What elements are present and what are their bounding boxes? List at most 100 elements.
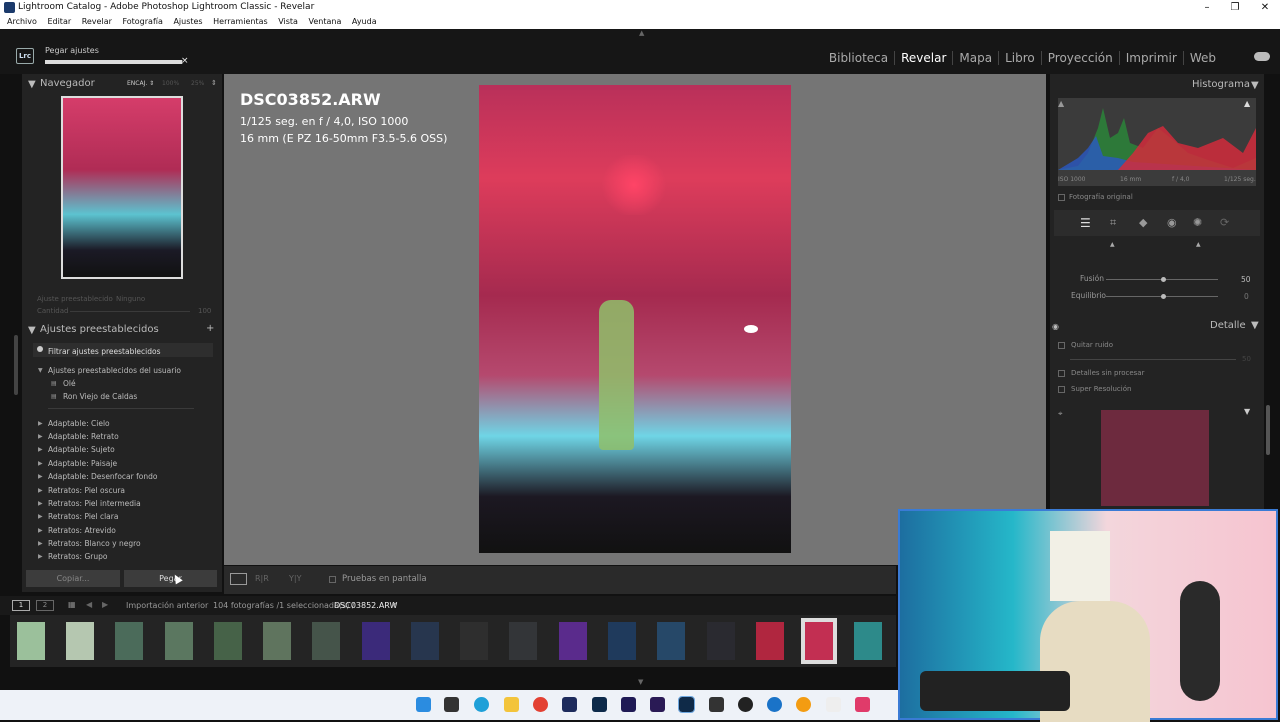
user-group-triangle-icon[interactable]: ▼	[38, 367, 43, 374]
group-triangle-icon[interactable]: ▶	[38, 487, 43, 494]
chrome-icon[interactable]	[533, 697, 548, 712]
grid-view-icon[interactable]: ▦	[68, 600, 76, 609]
balance-slider-knob[interactable]	[1161, 294, 1166, 299]
preset-group[interactable]: Adaptable: Paisaje	[48, 459, 117, 468]
detail-target-icon[interactable]: ⌖	[1058, 409, 1063, 419]
edit-sliders-icon[interactable]: ☰	[1080, 216, 1091, 230]
filmstrip-thumb[interactable]	[411, 622, 439, 660]
top-panel-toggle-icon[interactable]: ▲	[639, 29, 644, 37]
app-icon[interactable]	[796, 697, 811, 712]
obs-icon[interactable]	[738, 697, 753, 712]
tiktok-icon[interactable]	[855, 697, 870, 712]
group-triangle-icon[interactable]: ▶	[38, 513, 43, 520]
screen-2-button[interactable]: 2	[36, 600, 54, 611]
menu-vista[interactable]: Vista	[278, 17, 298, 26]
preset-group[interactable]: Adaptable: Desenfocar fondo	[48, 472, 157, 481]
menu-ayuda[interactable]: Ayuda	[352, 17, 377, 26]
module-web[interactable]: Web	[1184, 51, 1222, 65]
zoom-fit[interactable]: ENCAJ. ⇕	[127, 80, 154, 87]
filmstrip-thumb[interactable]	[214, 622, 242, 660]
preset-item[interactable]: Ron Viejo de Caldas	[63, 392, 137, 401]
filmstrip-thumb[interactable]	[509, 622, 537, 660]
detail-title[interactable]: Detalle	[1210, 320, 1246, 331]
after-effects-icon[interactable]	[650, 697, 665, 712]
screen-1-button[interactable]: 1	[12, 600, 30, 611]
blend-slider-knob[interactable]	[1161, 277, 1166, 282]
filmstrip-thumb[interactable]	[854, 622, 882, 660]
masking-icon[interactable]: ✺	[1193, 216, 1202, 229]
filmstrip-thumb[interactable]	[66, 622, 94, 660]
zoom-menu-icon[interactable]: ⇕	[211, 79, 217, 87]
cancel-operation-icon[interactable]: ×	[181, 56, 189, 66]
preset-group[interactable]: Retratos: Grupo	[48, 552, 107, 561]
before-after-yy-icon[interactable]: Y|Y	[289, 574, 301, 583]
blend-value[interactable]: 50	[1241, 275, 1251, 284]
file-explorer-icon[interactable]	[504, 697, 519, 712]
filmstrip-thumb-selected[interactable]	[801, 618, 837, 664]
red-eye-icon[interactable]: ◉	[1167, 216, 1177, 229]
module-mapa[interactable]: Mapa	[953, 51, 1000, 65]
left-scrollbar[interactable]	[14, 335, 18, 395]
split-tone-knob-left[interactable]: ▲	[1110, 241, 1115, 248]
before-after-rr-icon[interactable]: R|R	[255, 574, 269, 583]
presets-collapse-icon[interactable]: ▼	[28, 325, 36, 336]
module-proyeccion[interactable]: Proyección	[1042, 51, 1120, 65]
shadow-clipping-icon[interactable]: ▲	[1058, 99, 1068, 109]
cloud-sync-icon[interactable]	[1254, 52, 1270, 61]
app-icon[interactable]	[767, 697, 782, 712]
group-triangle-icon[interactable]: ▶	[38, 446, 43, 453]
menu-editar[interactable]: Editar	[47, 17, 71, 26]
filmstrip-thumb[interactable]	[362, 622, 390, 660]
healing-icon[interactable]: ◆	[1139, 216, 1147, 229]
group-triangle-icon[interactable]: ▶	[38, 500, 43, 507]
amount-slider[interactable]	[70, 311, 190, 312]
preset-group[interactable]: Retratos: Blanco y negro	[48, 539, 141, 548]
lightroom-classic-icon[interactable]	[678, 696, 695, 713]
paste-settings-button[interactable]: Pegar	[124, 570, 217, 587]
main-photo[interactable]	[479, 85, 791, 553]
highlight-clipping-icon[interactable]: ▲	[1244, 99, 1254, 109]
module-biblioteca[interactable]: Biblioteca	[823, 51, 896, 65]
detail-preview-toggle-icon[interactable]: ▼	[1244, 407, 1250, 416]
denoise-checkbox[interactable]	[1058, 342, 1065, 349]
presets-tool-icon[interactable]: ⟳	[1220, 216, 1229, 229]
navigator-title[interactable]: Navegador	[40, 78, 95, 89]
filmstrip-thumb[interactable]	[608, 622, 636, 660]
back-arrow-icon[interactable]: ◀	[86, 600, 92, 609]
module-imprimir[interactable]: Imprimir	[1120, 51, 1184, 65]
preset-group[interactable]: Retratos: Piel clara	[48, 512, 118, 521]
filmstrip-thumb[interactable]	[263, 622, 291, 660]
presets-title[interactable]: Ajustes preestablecidos	[40, 324, 159, 335]
menu-revelar[interactable]: Revelar	[82, 17, 112, 26]
navigator-preview[interactable]	[61, 96, 183, 279]
preset-group[interactable]: Retratos: Atrevido	[48, 526, 116, 535]
filmstrip-source[interactable]: Importación anterior	[126, 601, 208, 610]
preset-group[interactable]: Retratos: Piel oscura	[48, 486, 125, 495]
group-triangle-icon[interactable]: ▶	[38, 460, 43, 467]
crop-icon[interactable]: ⌗	[1110, 216, 1116, 230]
preset-group[interactable]: Retratos: Piel intermedia	[48, 499, 141, 508]
copy-settings-button[interactable]: Copiar...	[26, 570, 120, 587]
filmstrip-thumb[interactable]	[460, 622, 488, 660]
panel-visibility-eye-icon[interactable]: ◉	[1052, 322, 1059, 331]
edge-icon[interactable]	[474, 697, 489, 712]
group-triangle-icon[interactable]: ▶	[38, 433, 43, 440]
windows-start-icon[interactable]	[416, 697, 431, 712]
filmstrip-thumb[interactable]	[559, 622, 587, 660]
softproof-checkbox[interactable]	[329, 576, 336, 583]
split-tone-knob-right[interactable]: ▲	[1196, 241, 1201, 248]
close-button[interactable]: ✕	[1250, 0, 1280, 15]
group-triangle-icon[interactable]: ▶	[38, 420, 43, 427]
forward-arrow-icon[interactable]: ▶	[102, 600, 108, 609]
menu-herramientas[interactable]: Herramientas	[213, 17, 268, 26]
app-icon[interactable]	[709, 697, 724, 712]
module-libro[interactable]: Libro	[999, 51, 1042, 65]
preset-item[interactable]: Olé	[63, 379, 76, 388]
task-view-icon[interactable]	[444, 697, 459, 712]
navigator-collapse-icon[interactable]: ▼	[28, 79, 36, 90]
detail-preview[interactable]	[1101, 410, 1209, 506]
group-triangle-icon[interactable]: ▶	[38, 540, 43, 547]
histogram-collapse-icon[interactable]: ▼	[1251, 80, 1259, 91]
filmstrip-thumb[interactable]	[312, 622, 340, 660]
super-resolution-checkbox[interactable]	[1058, 386, 1065, 393]
